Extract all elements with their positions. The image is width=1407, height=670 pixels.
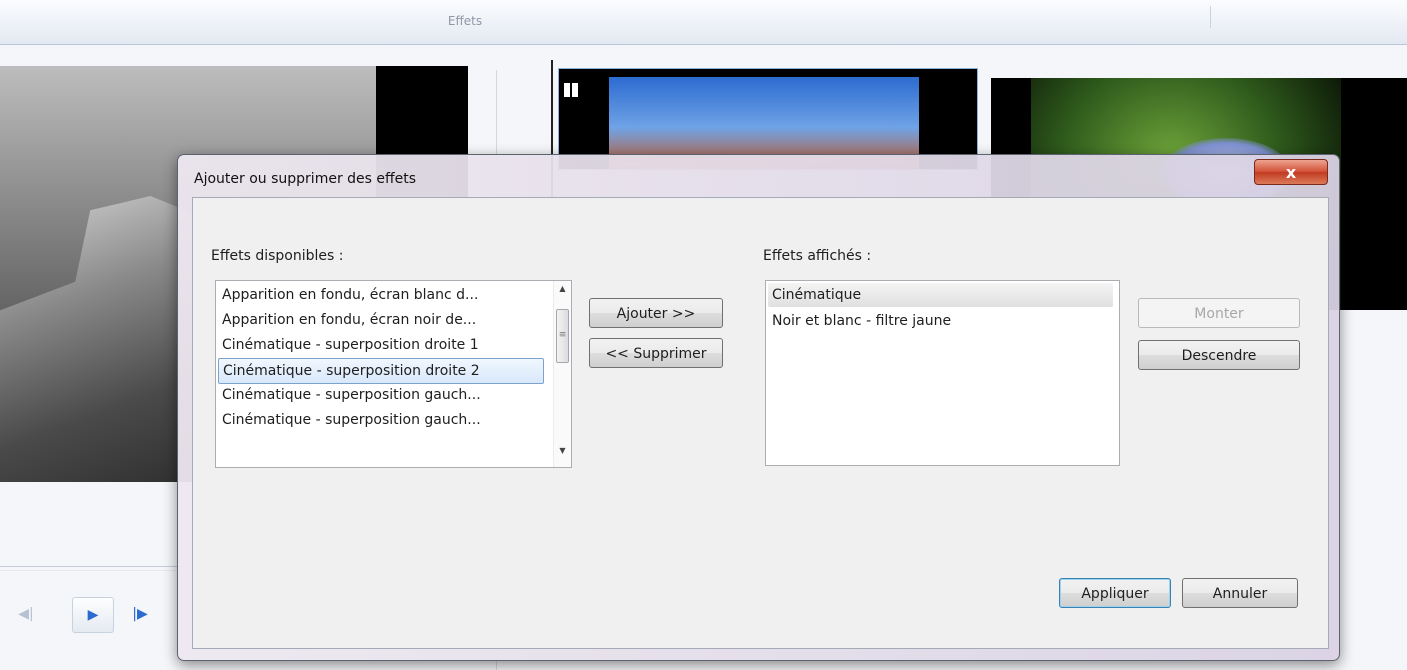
list-item[interactable]: Noir et blanc - filtre jaune bbox=[768, 309, 1113, 333]
step-back-icon: ◀| bbox=[18, 606, 34, 622]
player-divider bbox=[0, 570, 190, 571]
player-divider bbox=[0, 566, 190, 567]
scroll-thumb[interactable]: ≡ bbox=[556, 309, 569, 363]
available-effects-list[interactable]: Apparition en fondu, écran blanc d... Ap… bbox=[215, 280, 572, 468]
play-button[interactable]: ▶ bbox=[72, 597, 114, 633]
list-item-selected[interactable]: Cinématique bbox=[768, 283, 1113, 307]
transition-icon bbox=[564, 83, 578, 97]
remove-effect-button[interactable]: << Supprimer bbox=[589, 338, 723, 368]
scroll-down-arrow-icon[interactable]: ▼ bbox=[554, 443, 571, 459]
close-button[interactable]: x bbox=[1254, 159, 1328, 185]
available-effects-label: Effets disponibles : bbox=[211, 248, 344, 264]
next-frame-button[interactable]: |▶ bbox=[120, 597, 160, 631]
move-up-button[interactable]: Monter bbox=[1138, 298, 1300, 328]
scroll-up-arrow-icon[interactable]: ▲ bbox=[554, 281, 571, 297]
apply-button[interactable]: Appliquer bbox=[1059, 578, 1171, 608]
add-effect-button[interactable]: Ajouter >> bbox=[589, 298, 723, 328]
ribbon-separator bbox=[1210, 6, 1211, 28]
step-forward-icon: |▶ bbox=[132, 606, 148, 622]
ribbon-bar: Effets bbox=[0, 0, 1407, 45]
cancel-button[interactable]: Annuler bbox=[1182, 578, 1298, 608]
close-icon: x bbox=[1285, 162, 1297, 182]
dialog-content: Effets disponibles : Effets affichés : A… bbox=[192, 197, 1329, 649]
list-scrollbar[interactable]: ▲ ≡ ▼ bbox=[553, 281, 571, 467]
previous-frame-button[interactable]: ◀| bbox=[6, 597, 46, 631]
dialog-title: Ajouter ou supprimer des effets bbox=[194, 171, 417, 187]
ribbon-tab-title[interactable]: Effets bbox=[360, 14, 570, 28]
play-icon: ▶ bbox=[87, 607, 99, 623]
shown-effects-label: Effets affichés : bbox=[763, 248, 872, 264]
list-item[interactable]: Apparition en fondu, écran blanc d... bbox=[218, 283, 548, 307]
list-item[interactable]: Cinématique - superposition gauch... bbox=[218, 383, 548, 407]
list-item[interactable]: Apparition en fondu, écran noir de... bbox=[218, 308, 548, 332]
list-item[interactable]: Cinématique - superposition gauch... bbox=[218, 408, 548, 432]
list-item[interactable]: Cinématique - superposition droite 1 bbox=[218, 333, 548, 357]
effects-dialog: Ajouter ou supprimer des effets x Effets… bbox=[177, 154, 1340, 661]
shown-effects-list[interactable]: Cinématique Noir et blanc - filtre jaune bbox=[765, 280, 1120, 466]
list-item-selected[interactable]: Cinématique - superposition droite 2 bbox=[218, 358, 544, 384]
move-down-button[interactable]: Descendre bbox=[1138, 340, 1300, 370]
